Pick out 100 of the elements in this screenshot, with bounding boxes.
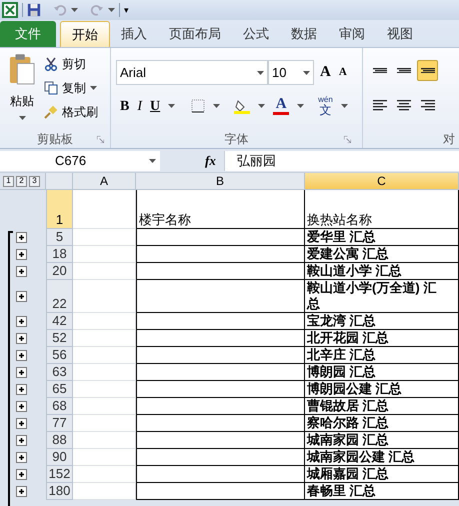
dropdown-arrow-icon[interactable] <box>213 104 220 108</box>
dropdown-arrow-icon[interactable] <box>303 70 310 74</box>
column-header[interactable]: C <box>305 173 459 189</box>
expand-button[interactable] <box>16 384 27 395</box>
dropdown-arrow-icon[interactable] <box>258 104 266 108</box>
plus-icon <box>18 488 25 495</box>
row-header[interactable]: 56 <box>46 347 73 364</box>
table-cell: 爱华里 汇总 <box>307 229 376 245</box>
grow-font-button[interactable]: A <box>318 61 333 84</box>
insert-function-button[interactable]: fx <box>205 150 216 170</box>
spreadsheet-app-icon[interactable] <box>2 2 18 18</box>
row-header[interactable]: 22 <box>46 280 73 313</box>
expand-button[interactable] <box>16 435 27 446</box>
row-header[interactable]: 18 <box>46 246 73 263</box>
expand-button[interactable] <box>16 316 27 327</box>
ribbon-tab[interactable]: 视图 <box>376 21 424 47</box>
expand-button[interactable] <box>16 486 27 497</box>
row-header[interactable]: 63 <box>46 364 73 381</box>
ribbon-tab[interactable]: 页面布局 <box>158 21 232 47</box>
formula-field[interactable]: 弘丽园 <box>224 150 459 170</box>
outline-level-button[interactable]: 1 <box>3 176 14 186</box>
name-box[interactable]: C676 <box>0 150 160 170</box>
dialog-launcher-icon[interactable] <box>344 136 351 143</box>
dropdown-arrow-icon[interactable] <box>71 8 78 12</box>
cut-button[interactable]: 剪切 <box>44 54 98 74</box>
row-header[interactable]: 65 <box>46 381 73 398</box>
dropdown-arrow-icon[interactable] <box>340 104 348 108</box>
borders-icon[interactable] <box>191 99 206 113</box>
bold-button[interactable]: B <box>120 96 130 116</box>
column-header[interactable]: A <box>73 173 136 189</box>
row-header[interactable]: 52 <box>46 330 73 347</box>
phonetic-guide-button[interactable]: wén 文 <box>318 96 333 116</box>
dropdown-arrow-icon[interactable] <box>297 104 304 108</box>
row-header[interactable]: 42 <box>46 313 73 330</box>
shrink-font-button[interactable]: A <box>336 64 349 81</box>
outline-level-button[interactable]: 3 <box>29 176 40 186</box>
file-tab[interactable]: 文件 <box>0 21 56 47</box>
font-name-field[interactable]: Arial <box>116 60 268 85</box>
customize-toolbar-button[interactable]: ▾ <box>124 6 129 14</box>
dialog-launcher-icon[interactable] <box>97 136 104 143</box>
dropdown-arrow-icon[interactable] <box>168 104 176 108</box>
italic-button[interactable]: I <box>137 96 142 116</box>
plus-icon <box>18 369 25 376</box>
plus-icon <box>18 454 25 461</box>
expand-button[interactable] <box>16 418 27 429</box>
ribbon-tab[interactable]: 插入 <box>110 21 158 47</box>
paste-button[interactable]: 粘贴 <box>0 54 44 130</box>
copy-button[interactable]: 复制 <box>44 78 98 98</box>
align-bottom-icon <box>420 68 434 74</box>
ribbon-tab[interactable]: 数据 <box>280 21 328 47</box>
expand-button[interactable] <box>16 232 27 243</box>
table-cell: 博朗园公建 汇总 <box>307 381 402 397</box>
align-center-icon <box>396 100 410 111</box>
format-painter-button[interactable]: 格式刷 <box>44 102 98 122</box>
dropdown-arrow-icon[interactable] <box>108 8 115 12</box>
table-cell: 爱建公寓 汇总 <box>307 246 389 262</box>
scissors-icon <box>44 57 58 71</box>
expand-button[interactable] <box>16 367 27 378</box>
dropdown-arrow-icon[interactable] <box>257 70 264 74</box>
row-header[interactable]: 152 <box>46 466 73 483</box>
row-header[interactable]: 88 <box>46 432 73 449</box>
row-header[interactable]: 68 <box>46 398 73 415</box>
expand-button[interactable] <box>16 266 27 277</box>
group-title: 剪贴板 <box>37 131 73 148</box>
dropdown-arrow-icon[interactable] <box>149 158 156 162</box>
row-header[interactable]: 77 <box>46 415 73 432</box>
row-header[interactable]: 90 <box>46 449 73 466</box>
plus-icon <box>18 403 25 410</box>
paste-dropdown-icon[interactable] <box>18 116 26 120</box>
expand-button[interactable] <box>16 350 27 361</box>
plus-icon <box>18 293 25 300</box>
copy-dropdown-icon[interactable] <box>90 86 97 90</box>
bottom-align-button[interactable] <box>417 60 438 81</box>
plus-icon <box>18 352 25 359</box>
row-header[interactable]: 1 <box>46 190 73 229</box>
plus-icon <box>18 386 25 393</box>
row-header[interactable]: 180 <box>46 483 73 500</box>
table-cell: 曹锟故居 汇总 <box>307 398 389 414</box>
plus-icon <box>18 251 25 258</box>
font-size-field[interactable]: 10 <box>268 60 314 85</box>
plus-icon <box>18 318 25 325</box>
expand-button[interactable] <box>16 469 27 480</box>
expand-button[interactable] <box>16 333 27 344</box>
group-title: 字体 <box>224 131 248 148</box>
outline-level-button[interactable]: 2 <box>16 176 27 186</box>
table-cell: 北辛庄 汇总 <box>307 347 376 363</box>
ribbon-tab[interactable]: 公式 <box>232 21 280 47</box>
expand-button[interactable] <box>16 401 27 412</box>
expand-button[interactable] <box>16 452 27 463</box>
expand-button[interactable] <box>16 291 27 302</box>
fill-color-icon[interactable] <box>234 98 250 114</box>
font-color-button[interactable]: A <box>273 97 290 115</box>
expand-button[interactable] <box>16 249 27 260</box>
row-header[interactable]: 5 <box>46 229 73 246</box>
align-right-icon <box>420 100 434 111</box>
save-icon[interactable] <box>27 3 41 17</box>
ribbon-tab[interactable]: 开始 <box>60 21 110 47</box>
underline-button[interactable]: U <box>150 96 160 116</box>
row-header[interactable]: 20 <box>46 263 73 280</box>
ribbon-tab[interactable]: 审阅 <box>328 21 376 47</box>
